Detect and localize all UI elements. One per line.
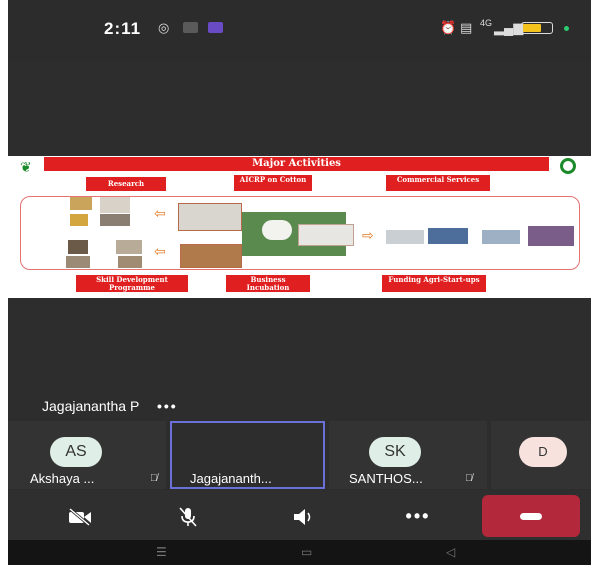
- navigation-bar: ☰ ▭ ◁: [8, 540, 591, 565]
- photo-seeds: [100, 197, 130, 213]
- slide-box-funding: Funding Agri-Start-ups: [382, 275, 486, 292]
- photo-fiber: [70, 197, 92, 210]
- slide-box-research: Research: [86, 177, 166, 191]
- message-icon: [183, 22, 198, 33]
- slide-box-commercial: Commercial Services: [386, 175, 490, 191]
- participant-tile[interactable]: D: [491, 421, 591, 489]
- alarm-icon: ⏰: [440, 20, 457, 35]
- photo-fibers-sample: [178, 203, 242, 231]
- clock: 2:11: [104, 19, 142, 38]
- participant-strip: AS Akshaya ... 🎙̸ Jagajananth... SK SANT…: [8, 421, 591, 489]
- hang-up-icon: [520, 512, 542, 520]
- participant-name: SANTHOS...: [349, 471, 423, 486]
- slide-box-aicrp: AICRP on Cotton: [234, 175, 312, 191]
- participant-tile[interactable]: SK SANTHOS... 🎙̸: [329, 421, 487, 489]
- arrow-left-icon: ⇦: [154, 205, 166, 221]
- photo-straw: [66, 256, 90, 268]
- speaker-icon: [292, 506, 316, 526]
- emblem-logo-icon: [560, 158, 576, 174]
- home-icon[interactable]: ▭: [301, 545, 312, 559]
- volte-icon: ▤: [460, 20, 473, 35]
- participant-tile[interactable]: AS Akshaya ... 🎙̸: [8, 421, 166, 489]
- network-type: 4G: [480, 18, 493, 28]
- photo-products-1: [386, 230, 424, 244]
- photo-cotton-stalks: [180, 244, 242, 268]
- active-speaker-label: Jagajanantha P •••: [42, 398, 178, 414]
- speaker-name: Jagajanantha P: [42, 398, 140, 414]
- status-bar: 2:11 ◎ ⏰ ▤ 4G ▂▄▆: [8, 0, 591, 62]
- back-icon[interactable]: ◁: [446, 545, 455, 559]
- photo-powder: [70, 214, 88, 226]
- arrow-left-icon: ⇦: [154, 243, 166, 259]
- battery-icon: [521, 22, 553, 34]
- photo-products-4: [528, 226, 574, 246]
- arrow-right-icon: ⇨: [362, 227, 374, 243]
- camera-indicator-icon: [564, 26, 569, 31]
- photo-products-3: [482, 230, 520, 244]
- end-call-button[interactable]: [482, 495, 580, 537]
- photo-products-2: [428, 228, 468, 244]
- whatsapp-icon: ◎: [158, 20, 170, 35]
- mic-muted-icon: 🎙̸: [150, 473, 158, 484]
- speaker-more-button[interactable]: •••: [157, 398, 178, 414]
- leaf-logo-icon: ❦: [20, 159, 32, 175]
- photo-jute: [116, 240, 142, 254]
- meeting-screen: 2:11 ◎ ⏰ ▤ 4G ▂▄▆ ❦ Major Activities Res…: [8, 0, 591, 565]
- avatar: SK: [369, 437, 421, 467]
- shared-screen: ❦ Major Activities Research AICRP on Cot…: [8, 156, 591, 298]
- mute-button[interactable]: [158, 496, 218, 536]
- slide-title: Major Activities: [44, 157, 549, 171]
- photo-cotton-boll: [262, 220, 292, 240]
- more-options-button[interactable]: •••: [388, 496, 448, 536]
- recent-apps-icon[interactable]: ☰: [156, 545, 167, 559]
- photo-lint: [298, 224, 354, 246]
- mic-off-icon: [177, 506, 199, 527]
- avatar: AS: [50, 437, 102, 467]
- app-notification-icon: [208, 22, 223, 33]
- photo-sample: [100, 214, 130, 226]
- camera-off-icon: [67, 506, 93, 527]
- signal-icon: ▂▄▆: [494, 20, 524, 35]
- mic-muted-icon: 🎙̸: [465, 473, 473, 484]
- camera-off-button[interactable]: [50, 496, 110, 536]
- call-controls: •••: [8, 490, 591, 540]
- slide-box-incubation: Business Incubation: [226, 275, 310, 292]
- speaker-button[interactable]: [274, 496, 334, 536]
- participant-name: Akshaya ...: [30, 471, 95, 486]
- participant-name: Jagajananth...: [190, 471, 272, 486]
- photo-soil: [68, 240, 88, 254]
- photo-board: [118, 256, 142, 268]
- avatar: D: [519, 437, 567, 467]
- slide-box-skill: Skill Development Programme: [76, 275, 188, 292]
- participant-tile-active[interactable]: Jagajananth...: [170, 421, 325, 489]
